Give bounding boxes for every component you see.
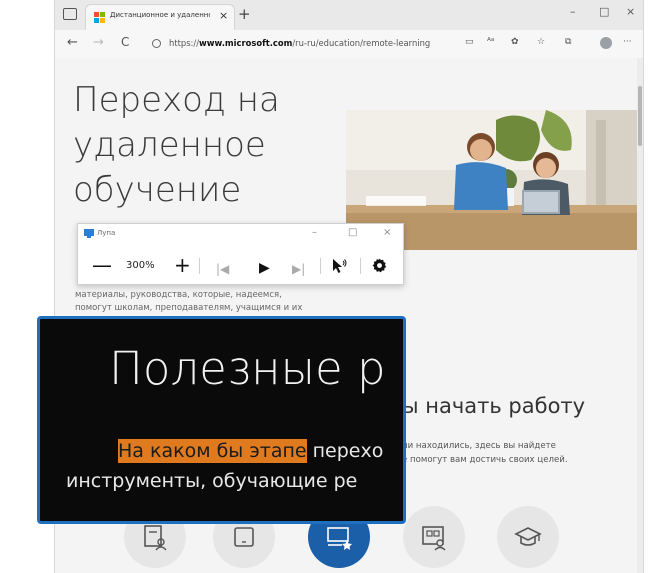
browser-tab[interactable]: Дистанционное и удаленное о × bbox=[85, 4, 235, 30]
read-aloud-icon[interactable]: ᴬᵃ bbox=[487, 37, 494, 47]
tablet-icon bbox=[234, 527, 254, 547]
zoom-in-button[interactable]: + bbox=[174, 255, 191, 275]
hero-title: Переход на удаленное обучение bbox=[73, 80, 280, 210]
magnifier-titlebar[interactable]: Лупа – □ × bbox=[78, 224, 403, 244]
toolbar-separator bbox=[360, 258, 361, 274]
toolbar-separator bbox=[320, 258, 321, 274]
school-category-button[interactable] bbox=[403, 506, 465, 568]
school-icon bbox=[422, 526, 446, 551]
teacher-icon bbox=[327, 527, 352, 550]
magnifier-close-button[interactable]: × bbox=[383, 227, 391, 238]
graduation-category-button[interactable] bbox=[497, 506, 559, 568]
collections-icon[interactable]: ⧉ bbox=[565, 37, 571, 47]
new-tab-button[interactable]: + bbox=[238, 5, 251, 23]
magnifier-toolbar: Лупа – □ × — 300% + |◀ ▶ ▶| bbox=[77, 223, 404, 285]
back-button[interactable]: ← bbox=[67, 35, 78, 50]
next-paragraph-button[interactable]: ▶| bbox=[292, 259, 305, 279]
more-icon[interactable]: ··· bbox=[623, 37, 632, 47]
magnified-heading: Полезные р bbox=[109, 342, 386, 395]
favorites-icon[interactable]: ☆ bbox=[537, 37, 545, 47]
graduation-cap-icon bbox=[514, 527, 542, 546]
tab-close-icon[interactable]: × bbox=[219, 9, 228, 22]
forward-button[interactable]: → bbox=[93, 35, 104, 50]
section-description: ни находились, здесь вы найдете е помогу… bbox=[402, 441, 568, 465]
magnifier-controls: — 300% + |◀ ▶ ▶| bbox=[78, 248, 403, 282]
tab-title: Дистанционное и удаленное о bbox=[110, 11, 210, 19]
close-window-button[interactable]: × bbox=[626, 5, 635, 18]
hero-description: материалы, руководства, которые, надеемс… bbox=[75, 290, 303, 313]
previous-paragraph-button[interactable]: |◀ bbox=[216, 259, 229, 279]
profile-avatar[interactable] bbox=[600, 37, 612, 49]
reload-button[interactable]: C bbox=[121, 35, 129, 49]
tab-strip: Дистанционное и удаленное о × + – □ × bbox=[55, 0, 643, 31]
magnifier-maximize-button[interactable]: □ bbox=[348, 227, 357, 238]
scrollbar-thumb[interactable] bbox=[638, 86, 642, 146]
read-from-here-icon[interactable] bbox=[331, 258, 347, 274]
section-heading: ы начать работу bbox=[402, 394, 586, 418]
minimize-button[interactable]: – bbox=[570, 5, 576, 18]
zoom-level: 300% bbox=[126, 260, 155, 271]
page-scrollbar[interactable] bbox=[637, 58, 643, 573]
magnified-text-line-2: инструменты, обучающие ре bbox=[66, 470, 358, 492]
settings-gear-icon[interactable] bbox=[372, 258, 387, 273]
zoom-out-button[interactable]: — bbox=[92, 255, 112, 275]
maximize-button[interactable]: □ bbox=[599, 5, 609, 18]
play-button[interactable]: ▶ bbox=[259, 258, 270, 278]
highlighted-text: На каком бы этапе bbox=[118, 439, 307, 463]
magnifier-minimize-button[interactable]: – bbox=[312, 227, 317, 238]
microsoft-logo-icon bbox=[94, 12, 105, 23]
magnifier-app-icon bbox=[84, 229, 94, 238]
lock-icon[interactable] bbox=[152, 39, 161, 48]
reader-view-icon[interactable]: ▭ bbox=[465, 37, 474, 47]
address-field[interactable]: https://www.microsoft.com/ru-ru/educatio… bbox=[169, 38, 430, 48]
magnified-text-line-1: На каком бы этапе перехо bbox=[118, 439, 384, 463]
address-bar-row: ← → C https://www.microsoft.com/ru-ru/ed… bbox=[55, 30, 643, 59]
extensions-icon[interactable]: ✿ bbox=[511, 37, 519, 47]
tab-actions-icon[interactable] bbox=[63, 8, 77, 20]
student-icon bbox=[144, 525, 167, 551]
magnifier-title: Лупа bbox=[97, 229, 116, 237]
toolbar-separator bbox=[199, 258, 200, 274]
magnifier-lens: Полезные р На каком бы этапе перехо инст… bbox=[37, 316, 406, 524]
